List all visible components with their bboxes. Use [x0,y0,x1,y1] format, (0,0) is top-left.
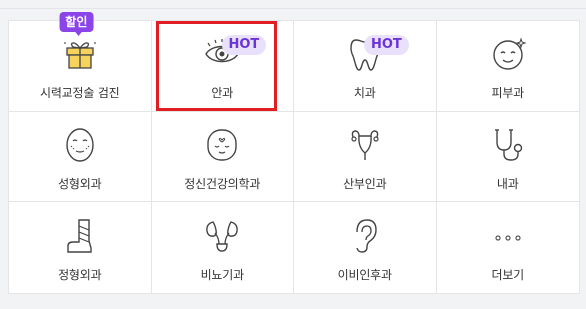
skin-face-icon [488,34,528,74]
uterus-icon [345,125,385,165]
dept-label: 내과 [496,176,519,191]
face-mesh-icon [60,125,100,165]
stethoscope-icon [488,125,528,165]
dept-label: 치과 [353,86,376,101]
dept-psychiatry[interactable]: 정신건강의학과 [151,111,294,203]
ear-icon [345,216,385,256]
dept-ent[interactable]: 이비인후과 [294,202,437,293]
dept-label: 더보기 [491,268,525,283]
hot-badge: HOT [221,35,267,55]
dept-label: 이비인후과 [337,268,392,283]
calm-face-icon [202,125,242,165]
cast-leg-icon [60,216,100,256]
dept-orthopedics[interactable]: 정형외과 [9,202,152,293]
department-grid: 할인 시력교정술 검진 HOT 안과 HOT 치과 피부과 성형외과 정신건강의… [8,12,580,294]
gift-icon [60,34,100,74]
dept-obgyn[interactable]: 산부인과 [294,111,437,203]
dept-internal-medicine[interactable]: 내과 [436,112,579,203]
dept-dentistry[interactable]: HOT 치과 [294,21,437,112]
dept-label: 시력교정술 검진 [40,86,120,101]
dept-vision-correction-checkup[interactable]: 할인 시력교정술 검진 [9,12,152,112]
dept-label: 피부과 [491,86,525,101]
kidney-icon [202,216,242,256]
dept-label: 성형외과 [58,176,102,191]
dept-label: 정신건강의학과 [184,176,261,191]
dept-label: 비뇨기과 [200,268,245,283]
dept-label: 산부인과 [343,176,387,191]
hot-badge: HOT [364,35,409,55]
dept-urology[interactable]: 비뇨기과 [152,202,294,293]
dept-label: 정형외과 [58,268,102,283]
dept-dermatology[interactable]: 피부과 [436,21,579,112]
dept-ophthalmology[interactable]: HOT 안과 [151,21,294,112]
dept-more[interactable]: 더보기 [437,202,580,293]
dept-plastic-surgery[interactable]: 성형외과 [9,111,152,203]
top-divider [0,0,586,9]
dept-label: 안과 [211,86,234,101]
sale-badge: 할인 [59,12,94,36]
more-dots-icon [488,216,528,256]
